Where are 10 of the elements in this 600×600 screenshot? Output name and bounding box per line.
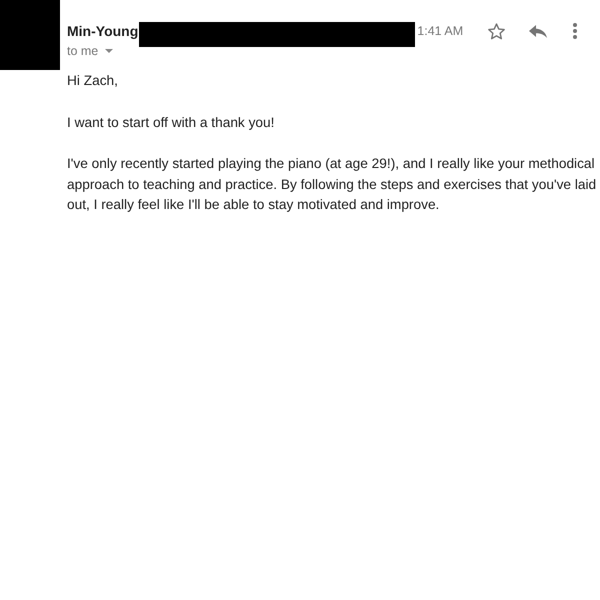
body-paragraph: Hi Zach, (67, 72, 119, 90)
more-icon (573, 23, 578, 39)
sender-name: Min-Young (67, 22, 138, 41)
reply-icon (529, 24, 548, 38)
body-paragraph: I want to start off with a thank you! (67, 114, 276, 132)
recipient-dropdown[interactable]: to me (67, 43, 114, 59)
avatar-placeholder (0, 0, 60, 70)
body-paragraph: I've only recently started playing the piano (at age 29!), and I really like your methodical approach to teaching and practice. By following the steps and exercises that you've laid out, I really feel like I'll be able to stay motivated and improve. (67, 155, 598, 214)
message-time: 1:41 AM (417, 23, 464, 40)
caret-icon (105, 49, 114, 53)
